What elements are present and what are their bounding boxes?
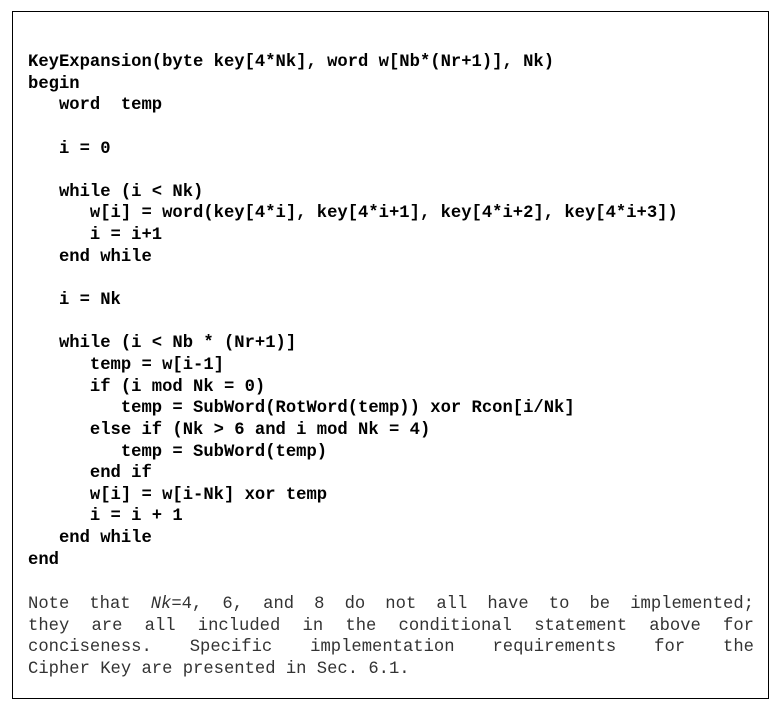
code-line: end while xyxy=(28,247,152,267)
code-line: if (i mod Nk = 0) xyxy=(28,377,266,397)
note-line: Note that Nk=4, 6, and 8 do not all have… xyxy=(28,594,754,616)
code-line: temp = SubWord(temp) xyxy=(28,442,328,462)
note-line: they are all included in the conditional… xyxy=(28,616,754,636)
note-variable-nk: Nk xyxy=(150,595,172,614)
code-line: end while xyxy=(28,529,152,549)
code-line: i = Nk xyxy=(28,291,121,311)
note-text: Note that xyxy=(28,595,151,614)
code-line: KeyExpansion(byte key[4*Nk], word w[Nb*(… xyxy=(28,53,555,72)
code-line: begin xyxy=(28,74,80,94)
code-line: i = 0 xyxy=(28,139,111,159)
note-line: conciseness. Specific implementation req… xyxy=(28,638,754,657)
code-line: else if (Nk > 6 and i mod Nk = 4) xyxy=(28,420,431,440)
code-line: temp = w[i-1] xyxy=(28,355,224,375)
code-line: while (i < Nk) xyxy=(28,182,204,202)
implementation-note: Note that Nk=4, 6, and 8 do not all have… xyxy=(28,594,754,680)
code-line: end if xyxy=(28,464,152,484)
code-line: temp = SubWord(RotWord(temp)) xor Rcon[i… xyxy=(28,399,575,419)
code-line: i = i+1 xyxy=(28,226,163,246)
code-line: while (i < Nb * (Nr+1)] xyxy=(28,334,297,354)
code-line: i = i + 1 xyxy=(28,507,183,527)
note-line: Cipher Key are presented in Sec. 6.1. xyxy=(28,659,410,679)
code-line: w[i] = w[i-Nk] xor temp xyxy=(28,485,328,505)
key-expansion-pseudocode: KeyExpansion(byte key[4*Nk], word w[Nb*(… xyxy=(28,52,678,571)
code-line: end xyxy=(28,550,59,570)
figure-frame: KeyExpansion(byte key[4*Nk], word w[Nb*(… xyxy=(12,11,769,699)
code-line: w[i] = word(key[4*i], key[4*i+1], key[4*… xyxy=(28,204,678,224)
code-line: word temp xyxy=(28,96,163,116)
note-text: =4, 6, and 8 do not all have to be imple… xyxy=(171,595,754,614)
